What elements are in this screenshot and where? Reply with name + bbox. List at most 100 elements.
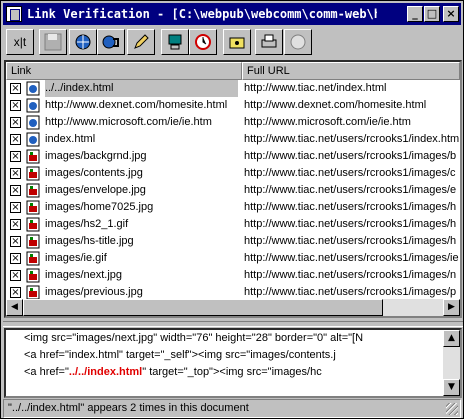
link-cell[interactable]: http://www.microsoft.com/ie/ie.htm <box>45 114 238 131</box>
full-url-cell[interactable]: http://www.dexnet.com/homesite.html <box>244 97 460 114</box>
code-text: <a href="index.html" target="_self"><img… <box>24 349 336 361</box>
row-checkbox[interactable]: × <box>10 117 21 128</box>
link-cell[interactable]: ../../index.html <box>45 80 238 97</box>
scroll-thumb[interactable] <box>23 299 383 316</box>
application-icon[interactable] <box>6 6 22 22</box>
row-checkbox[interactable]: × <box>10 185 21 196</box>
edit-button[interactable] <box>127 29 155 55</box>
table-row[interactable]: × images/hs2_1.gif http://www.tiac.net/use… <box>6 216 460 233</box>
save-button[interactable] <box>39 29 67 55</box>
window-title: Link Verification - [C:\webpub\webcomm\c… <box>27 7 377 21</box>
link-cell[interactable]: images/envelope.jpg <box>45 182 238 199</box>
scroll-up-icon[interactable]: ▲ <box>443 330 460 347</box>
code-line-1: <img src="images/next.jpg" width="76" he… <box>24 332 444 344</box>
full-url-cell[interactable]: http://www.tiac.net/users/rcrooks1/image… <box>244 165 460 182</box>
table-row[interactable]: × index.html http://www.tiac.net/users/rcr… <box>6 131 460 148</box>
row-checkbox[interactable]: × <box>10 202 21 213</box>
link-cell[interactable]: images/contents.jpg <box>45 165 238 182</box>
full-url-cell[interactable]: http://www.tiac.net/users/rcrooks1/image… <box>244 199 460 216</box>
row-checkbox[interactable]: × <box>10 253 21 264</box>
table-row[interactable]: × images/ie.gif http://www.tiac.net/users/… <box>6 250 460 267</box>
full-url-cell[interactable]: http://www.microsoft.com/ie/ie.htm <box>244 114 460 131</box>
table-row[interactable]: × images/backgrnd.jpg http://www.tiac.net/… <box>6 148 460 165</box>
link-cell[interactable]: images/hs-title.jpg <box>45 233 238 250</box>
link-column-header[interactable]: Link <box>6 62 242 80</box>
link-cell[interactable]: images/ie.gif <box>45 250 238 267</box>
status-text: "../../index.html" appears 2 times in th… <box>8 402 249 414</box>
print-button[interactable] <box>255 29 283 55</box>
grid-rows: × ../../index.html http://www.tiac.net/ind… <box>6 80 460 316</box>
maximize-button[interactable]: □ <box>424 6 440 22</box>
full-url-cell[interactable]: http://www.tiac.net/users/rcrooks1/image… <box>244 182 460 199</box>
table-row[interactable]: × http://www.microsoft.com/ie/ie.htm http:… <box>6 114 460 131</box>
link-cell[interactable]: http://www.dexnet.com/homesite.html <box>45 97 238 114</box>
image-file-icon <box>26 285 40 300</box>
resize-grip-icon[interactable] <box>446 403 458 415</box>
row-checkbox[interactable]: × <box>10 134 21 145</box>
full-url-cell[interactable]: http://www.tiac.net/users/rcrooks1/image… <box>244 148 460 165</box>
full-url-cell[interactable]: http://www.tiac.net/users/rcrooks1/image… <box>244 267 460 284</box>
copy-button[interactable] <box>161 29 189 55</box>
verify-link-button[interactable] <box>69 29 97 55</box>
table-row[interactable]: × images/next.jpg http://www.tiac.net/user… <box>6 267 460 284</box>
circle-icon <box>290 34 306 50</box>
link-cell[interactable]: images/backgrnd.jpg <box>45 148 238 165</box>
source-code-pane[interactable]: <img src="images/next.jpg" width="76" he… <box>4 328 462 398</box>
code-text: <img src="images/next.jpg" width="76" he… <box>24 332 364 344</box>
help-button[interactable] <box>284 29 312 55</box>
horizontal-scrollbar[interactable]: ◀ ▶ <box>6 299 460 316</box>
table-row[interactable]: × images/hs-title.jpg http://www.tiac.net/… <box>6 233 460 250</box>
table-row[interactable]: × http://www.dexnet.com/homesite.html http… <box>6 97 460 114</box>
row-checkbox[interactable]: × <box>10 270 21 281</box>
full-url-cell[interactable]: http://www.tiac.net/users/rcrooks1/image… <box>244 233 460 250</box>
row-checkbox[interactable]: × <box>10 236 21 247</box>
row-checkbox[interactable]: × <box>10 100 21 111</box>
full-url-cell[interactable]: http://www.tiac.net/users/rcrooks1/index… <box>244 131 460 148</box>
code-line-2: <a href="index.html" target="_self"><img… <box>24 349 444 361</box>
table-row[interactable]: × ../../index.html http://www.tiac.net/ind… <box>6 80 460 97</box>
browser-button[interactable] <box>223 29 251 55</box>
exit-button[interactable]: x|t <box>6 29 34 55</box>
table-row[interactable]: × images/envelope.jpg http://www.tiac.net/… <box>6 182 460 199</box>
vertical-scrollbar[interactable]: ▲ ▼ <box>443 330 460 396</box>
link-cell[interactable]: images/home7025.jpg <box>45 199 238 216</box>
full-url-cell[interactable]: http://www.tiac.net/index.html <box>244 80 460 97</box>
scroll-right-icon[interactable]: ▶ <box>443 299 460 316</box>
pane-splitter[interactable] <box>3 321 463 327</box>
folder-eye-icon <box>229 37 245 49</box>
code-text: <a href=" <box>24 366 69 378</box>
link-cell[interactable]: index.html <box>45 131 238 148</box>
stop-button[interactable] <box>189 29 217 55</box>
full-url-cell[interactable]: http://www.tiac.net/users/rcrooks1/image… <box>244 250 460 267</box>
verify-all-button[interactable] <box>97 29 125 55</box>
close-button[interactable]: × <box>443 6 459 22</box>
title-bar[interactable]: Link Verification - [C:\webpub\webcomm\c… <box>3 3 461 25</box>
links-grid: Link Full URL × ../../index.html http://ww… <box>4 60 462 318</box>
pen-icon <box>134 34 149 49</box>
exit-icon: x|t <box>13 35 27 49</box>
table-row[interactable]: × images/contents.jpg http://www.tiac.net/… <box>6 165 460 182</box>
full-url-cell[interactable]: http://www.tiac.net/users/rcrooks1/image… <box>244 216 460 233</box>
image-file-icon <box>26 149 40 164</box>
grid-header: Link Full URL <box>6 62 460 80</box>
table-row[interactable]: × images/home7025.jpg http://www.tiac.net/… <box>6 199 460 216</box>
floppy-disk-icon <box>44 33 62 51</box>
scroll-down-icon[interactable]: ▼ <box>443 379 460 396</box>
html-file-icon <box>26 98 40 113</box>
link-verification-window: Link Verification - [C:\webpub\webcomm\c… <box>0 0 464 419</box>
scroll-left-icon[interactable]: ◀ <box>6 299 23 316</box>
link-cell[interactable]: images/next.jpg <box>45 267 238 284</box>
link-cell[interactable]: images/hs2_1.gif <box>45 216 238 233</box>
computer-icon <box>168 34 182 50</box>
image-file-icon <box>26 268 40 283</box>
row-checkbox[interactable]: × <box>10 83 21 94</box>
html-file-icon <box>26 81 40 96</box>
code-line-3: <a href="../../index.html" target="_top"… <box>24 366 444 378</box>
row-checkbox[interactable]: × <box>10 168 21 179</box>
row-checkbox[interactable]: × <box>10 219 21 230</box>
row-checkbox[interactable]: × <box>10 151 21 162</box>
minimize-button[interactable]: _ <box>407 6 423 22</box>
row-checkbox[interactable]: × <box>10 287 21 298</box>
clock-icon <box>195 34 211 50</box>
full-url-column-header[interactable]: Full URL <box>242 62 460 80</box>
